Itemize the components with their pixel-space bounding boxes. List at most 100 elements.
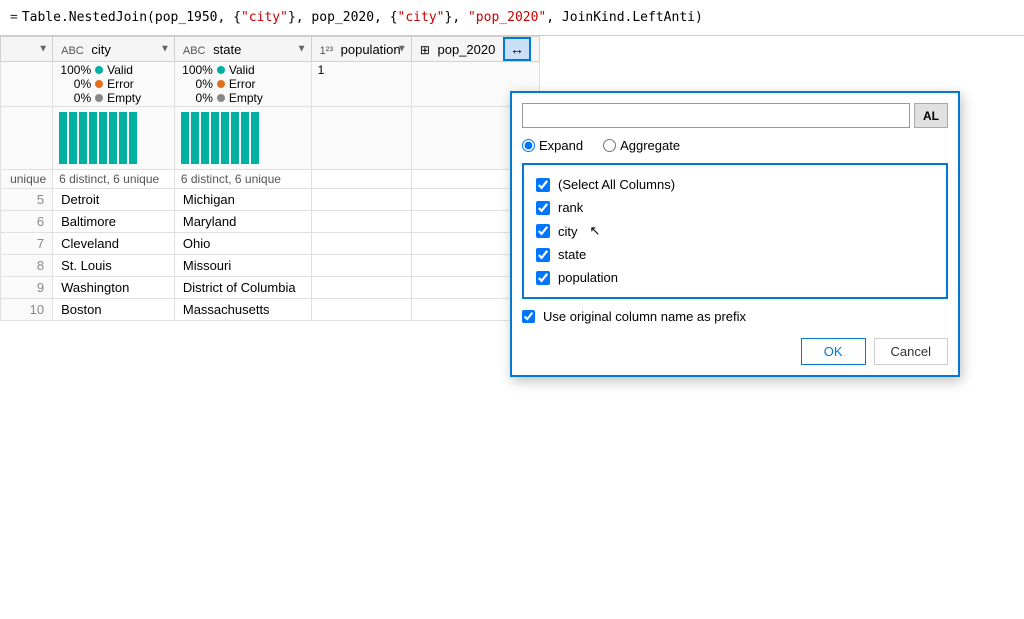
bar-1 bbox=[59, 112, 67, 164]
formula-equals: = bbox=[10, 10, 18, 25]
aggregate-radio[interactable]: Aggregate bbox=[603, 138, 680, 153]
error-dot-city bbox=[95, 80, 103, 88]
row-pop-10 bbox=[311, 299, 411, 321]
col-header-pop2020[interactable]: ⊞ pop_2020 ↔ bbox=[411, 37, 539, 62]
ok-button[interactable]: OK bbox=[801, 338, 866, 365]
empty-dot-state bbox=[217, 94, 225, 102]
valid-dot-city bbox=[95, 66, 103, 74]
row-city-9: Washington bbox=[53, 277, 175, 299]
al-button[interactable]: AL bbox=[914, 103, 948, 128]
expand-column-button[interactable]: ↔ bbox=[503, 37, 531, 61]
formula-text: Table.NestedJoin(pop_1950, {"city"}, pop… bbox=[22, 10, 703, 25]
table-container: ▼ ABC city ▼ ABC state ▼ 1²³ population … bbox=[0, 36, 1024, 619]
bar-s6 bbox=[231, 112, 239, 164]
row-num-5: 5 bbox=[1, 189, 53, 211]
bar-4 bbox=[89, 112, 97, 164]
row-state-5: Michigan bbox=[174, 189, 311, 211]
population-distinct bbox=[311, 170, 411, 189]
bar-7 bbox=[119, 112, 127, 164]
cursor-icon: ↖ bbox=[590, 223, 601, 239]
row-state-10: Massachusetts bbox=[174, 299, 311, 321]
row-city-5: Detroit bbox=[53, 189, 175, 211]
table-row: 9 Washington District of Columbia bbox=[1, 277, 540, 299]
bar-chart-row bbox=[1, 107, 540, 170]
error-dot-state bbox=[217, 80, 225, 88]
row-num-8: 8 bbox=[1, 255, 53, 277]
bar-s3 bbox=[201, 112, 209, 164]
row-pop-9 bbox=[311, 277, 411, 299]
stats-row-pcts: 100% Valid 0% Error 0% Empty bbox=[1, 62, 540, 107]
row-pop-7 bbox=[311, 233, 411, 255]
bar-s5 bbox=[221, 112, 229, 164]
table-row: 10 Boston Massachusetts bbox=[1, 299, 540, 321]
city-bar-chart bbox=[53, 107, 175, 170]
bar-8 bbox=[129, 112, 137, 164]
prefix-checkbox[interactable] bbox=[522, 310, 535, 323]
prefix-row: Use original column name as prefix bbox=[522, 309, 948, 324]
checkbox-city-input[interactable] bbox=[536, 224, 550, 238]
row-pop-8 bbox=[311, 255, 411, 277]
checkbox-population[interactable]: population bbox=[536, 266, 934, 289]
row-pop-5 bbox=[311, 189, 411, 211]
radio-row: Expand Aggregate bbox=[522, 138, 948, 153]
search-row: AL bbox=[522, 103, 948, 128]
row-state-7: Ohio bbox=[174, 233, 311, 255]
row-num-10: 10 bbox=[1, 299, 53, 321]
city-distinct: 6 distinct, 6 unique bbox=[53, 170, 175, 189]
checkbox-select-all-input[interactable] bbox=[536, 178, 550, 192]
table-row: 6 Baltimore Maryland bbox=[1, 211, 540, 233]
col-header-filter[interactable]: ▼ bbox=[1, 37, 53, 62]
bar-s4 bbox=[211, 112, 219, 164]
state-bar-chart bbox=[174, 107, 311, 170]
checkbox-rank[interactable]: rank bbox=[536, 196, 934, 219]
row-city-7: Cleveland bbox=[53, 233, 175, 255]
population-stats: 1 bbox=[311, 62, 411, 107]
row-num-7: 7 bbox=[1, 233, 53, 255]
table-row: 5 Detroit Michigan bbox=[1, 189, 540, 211]
formula-bar: = Table.NestedJoin(pop_1950, {"city"}, p… bbox=[0, 0, 1024, 36]
col-header-population[interactable]: 1²³ population ▼ bbox=[311, 37, 411, 62]
checkbox-state[interactable]: state bbox=[536, 243, 934, 266]
stats-left-spacer bbox=[1, 62, 53, 107]
row-pop-6 bbox=[311, 211, 411, 233]
distinct-row: unique 6 distinct, 6 unique 6 distinct, … bbox=[1, 170, 540, 189]
valid-dot-state bbox=[217, 66, 225, 74]
data-table: ▼ ABC city ▼ ABC state ▼ 1²³ population … bbox=[0, 36, 540, 321]
city-stats-valid: 100% Valid 0% Error 0% Empty bbox=[53, 62, 175, 107]
population-bar bbox=[311, 107, 411, 170]
col-header-state[interactable]: ABC state ▼ bbox=[174, 37, 311, 62]
row-city-8: St. Louis bbox=[53, 255, 175, 277]
state-distinct: 6 distinct, 6 unique bbox=[174, 170, 311, 189]
expand-radio[interactable]: Expand bbox=[522, 138, 583, 153]
distinct-left: unique bbox=[1, 170, 53, 189]
bar-5 bbox=[99, 112, 107, 164]
row-city-6: Baltimore bbox=[53, 211, 175, 233]
row-state-9: District of Columbia bbox=[174, 277, 311, 299]
table-row: 7 Cleveland Ohio bbox=[1, 233, 540, 255]
table-row: 8 St. Louis Missouri bbox=[1, 255, 540, 277]
bar-2 bbox=[69, 112, 77, 164]
empty-dot-city bbox=[95, 94, 103, 102]
checkbox-population-input[interactable] bbox=[536, 271, 550, 285]
search-input[interactable] bbox=[522, 103, 910, 128]
aggregate-radio-input[interactable] bbox=[603, 139, 616, 152]
row-num-6: 6 bbox=[1, 211, 53, 233]
bar-6 bbox=[109, 112, 117, 164]
cancel-button[interactable]: Cancel bbox=[874, 338, 948, 365]
row-state-6: Maryland bbox=[174, 211, 311, 233]
col-header-city[interactable]: ABC city ▼ bbox=[53, 37, 175, 62]
state-stats-valid: 100% Valid 0% Error 0% Empty bbox=[174, 62, 311, 107]
bar-s8 bbox=[251, 112, 259, 164]
row-num-9: 9 bbox=[1, 277, 53, 299]
checkbox-city[interactable]: city ↖ bbox=[536, 219, 934, 243]
bar-s1 bbox=[181, 112, 189, 164]
bar-3 bbox=[79, 112, 87, 164]
expand-panel: AL Expand Aggregate (Select All Columns)… bbox=[510, 91, 960, 377]
checkbox-rank-input[interactable] bbox=[536, 201, 550, 215]
checkbox-select-all[interactable]: (Select All Columns) bbox=[536, 173, 934, 196]
checkbox-state-input[interactable] bbox=[536, 248, 550, 262]
expand-radio-input[interactable] bbox=[522, 139, 535, 152]
bar-s2 bbox=[191, 112, 199, 164]
columns-box: (Select All Columns) rank city ↖ state p… bbox=[522, 163, 948, 299]
row-state-8: Missouri bbox=[174, 255, 311, 277]
